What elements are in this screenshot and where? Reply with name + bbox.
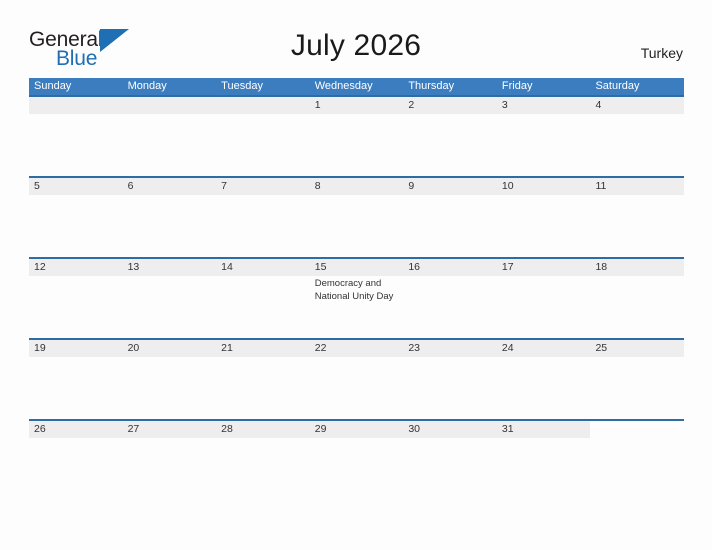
day-cell[interactable]: 27 <box>123 421 217 500</box>
day-number: 9 <box>408 180 415 192</box>
day-cell[interactable]: 21 <box>216 340 310 419</box>
day-cell[interactable]: 20 <box>123 340 217 419</box>
day-number: 1 <box>314 99 321 111</box>
weekday-header-sunday: Sunday <box>34 80 72 92</box>
day-cell[interactable]: 25 <box>590 340 684 419</box>
weekday-header-thursday: Thursday <box>408 80 455 92</box>
day-cell[interactable]: 3 <box>497 97 591 176</box>
day-cell[interactable]: 12 <box>29 259 123 338</box>
week-row: 5 6 7 8 9 10 11 <box>29 176 684 257</box>
weekday-header-friday: Friday <box>501 80 533 92</box>
day-cell[interactable]: 22 <box>310 340 404 419</box>
day-cell[interactable]: 4 <box>590 97 684 176</box>
day-number: 4 <box>595 99 602 111</box>
page-header: General Blue July 2026 Turkey <box>0 0 712 78</box>
day-number: 19 <box>34 342 46 354</box>
weekday-header-wednesday: Wednesday <box>314 80 373 92</box>
day-number: 23 <box>408 342 420 354</box>
day-number: 18 <box>595 261 608 273</box>
day-cell[interactable]: 17 <box>497 259 591 338</box>
day-cell[interactable]: 18 <box>590 259 684 338</box>
day-cell[interactable]: 14 <box>216 259 310 338</box>
day-number: 20 <box>127 342 140 354</box>
week-cells: 5 6 7 8 9 10 11 <box>29 178 684 257</box>
day-number: 31 <box>501 423 514 435</box>
day-number: 2 <box>408 99 415 111</box>
day-number: 24 <box>501 342 514 354</box>
day-number: 10 <box>501 180 514 192</box>
day-number: 12 <box>34 261 46 273</box>
day-number: 7 <box>221 180 227 192</box>
day-cell-empty <box>123 97 217 176</box>
day-number <box>34 97 120 114</box>
calendar-grid: Sunday Monday Tuesday Wednesday Thursday Frid… <box>29 78 684 500</box>
day-number: 14 <box>221 261 233 273</box>
day-cell[interactable]: 29 <box>310 421 404 500</box>
day-cell[interactable]: 31 <box>497 421 591 500</box>
day-cell-empty <box>216 97 310 176</box>
day-number <box>595 421 681 438</box>
week-row: 19 20 21 22 23 24 25 <box>29 338 684 419</box>
day-cell[interactable]: 16 <box>403 259 497 338</box>
day-cell[interactable]: 15 Democracy and National Unity Day <box>310 259 404 338</box>
day-number: 22 <box>314 342 327 354</box>
day-number: 17 <box>501 261 514 273</box>
day-number <box>221 97 307 114</box>
day-number <box>128 97 214 114</box>
day-number: 3 <box>501 99 508 111</box>
day-cell[interactable]: 9 <box>403 178 497 257</box>
day-number: 5 <box>34 180 40 192</box>
day-number: 11 <box>595 180 607 192</box>
calendar-weeks: 1 2 3 4 5 6 7 8 9 10 11 12 13 14 15 Democracy and Natio… <box>29 95 684 500</box>
day-cell[interactable]: 11 <box>590 178 684 257</box>
week-cells: 26 27 28 29 30 31 <box>29 421 684 500</box>
day-cell[interactable]: 23 <box>403 340 497 419</box>
day-number: 16 <box>408 261 420 273</box>
day-cell[interactable]: 2 <box>403 97 497 176</box>
day-cell[interactable]: 7 <box>216 178 310 257</box>
day-cell[interactable]: 24 <box>497 340 591 419</box>
day-number: 13 <box>127 261 140 273</box>
day-number: 8 <box>314 180 321 192</box>
week-row: 26 27 28 29 30 31 <box>29 419 684 500</box>
day-number: 15 <box>314 261 327 273</box>
day-cell[interactable]: 26 <box>29 421 123 500</box>
week-cells: 19 20 21 22 23 24 25 <box>29 340 684 419</box>
day-cell[interactable]: 8 <box>310 178 404 257</box>
day-events: Democracy and National Unity Day <box>315 278 401 303</box>
day-cell-empty <box>29 97 123 176</box>
holiday-event: Democracy and National Unity Day <box>314 278 394 302</box>
day-number: 25 <box>595 342 608 354</box>
day-cell-empty <box>590 421 684 500</box>
day-cell[interactable]: 10 <box>497 178 591 257</box>
week-cells: 12 13 14 15 Democracy and National Unity Day… <box>29 259 684 338</box>
week-row: 1 2 3 4 <box>29 95 684 176</box>
day-cell[interactable]: 30 <box>403 421 497 500</box>
week-row: 12 13 14 15 Democracy and National Unity Day… <box>29 257 684 338</box>
weekday-header-tuesday: Tuesday <box>221 80 263 92</box>
calendar-page: General Blue July 2026 Turkey Sunday Mond… <box>0 0 712 550</box>
weekday-header-monday: Monday <box>127 80 167 92</box>
day-number: 26 <box>34 423 46 435</box>
week-cells: 1 2 3 4 <box>29 97 684 176</box>
day-cell[interactable]: 6 <box>123 178 217 257</box>
day-number: 21 <box>221 342 233 354</box>
day-cell[interactable]: 5 <box>29 178 123 257</box>
region-label: Turkey <box>640 45 683 61</box>
page-title: July 2026 <box>290 29 422 62</box>
day-cell[interactable]: 13 <box>123 259 217 338</box>
day-number: 27 <box>127 423 140 435</box>
day-number: 28 <box>221 423 233 435</box>
day-cell[interactable]: 28 <box>216 421 310 500</box>
day-number: 29 <box>314 423 327 435</box>
day-cell[interactable]: 19 <box>29 340 123 419</box>
weekday-header-saturday: Saturday <box>595 80 640 92</box>
day-cell[interactable]: 1 <box>310 97 404 176</box>
weekday-header-row: Sunday Monday Tuesday Wednesday Thursday Frid… <box>29 78 684 95</box>
day-number: 6 <box>127 180 134 192</box>
day-number: 30 <box>408 423 420 435</box>
